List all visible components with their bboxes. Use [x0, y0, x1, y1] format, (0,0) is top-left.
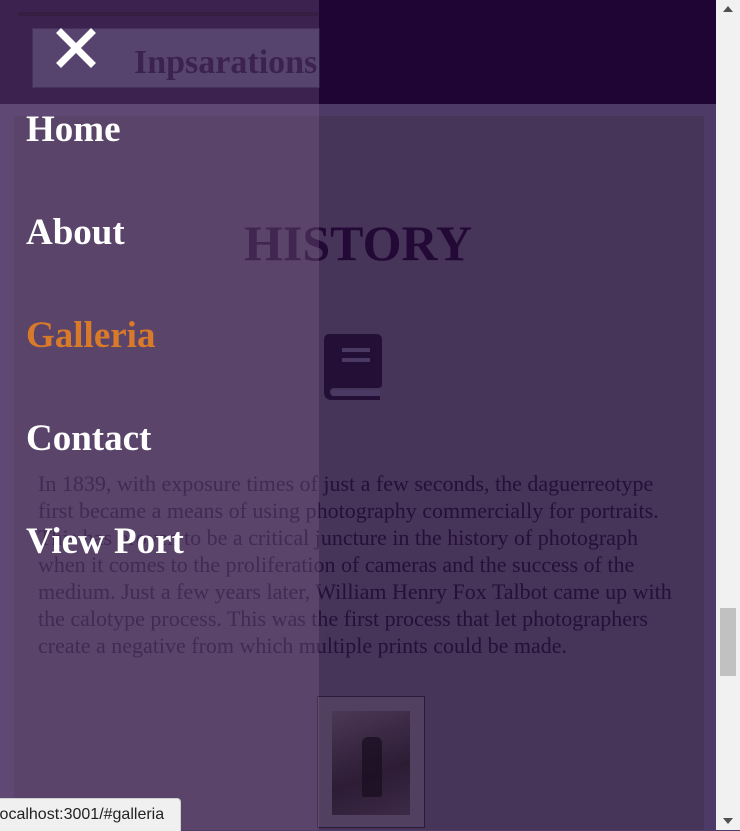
gallery-thumbnail[interactable]	[317, 696, 425, 828]
menu-item-home[interactable]: Home	[26, 108, 121, 151]
link-status-bar: localhost:3001/#galleria	[0, 798, 182, 831]
menu-item-about[interactable]: About	[26, 211, 125, 254]
scroll-down-arrow-icon[interactable]	[723, 818, 733, 824]
scroll-thumb[interactable]	[720, 608, 736, 676]
side-menu: Home About Galleria Contact View Port	[0, 0, 319, 830]
historic-photo-image	[332, 711, 410, 815]
scroll-up-arrow-icon[interactable]	[723, 6, 733, 12]
menu-item-view-port[interactable]: View Port	[26, 520, 184, 563]
close-icon[interactable]	[56, 28, 96, 68]
photo-figure	[362, 737, 382, 797]
book-icon	[324, 334, 382, 400]
status-url: localhost:3001/#galleria	[0, 806, 165, 823]
menu-item-galleria[interactable]: Galleria	[26, 314, 155, 357]
vertical-scrollbar[interactable]	[716, 0, 740, 830]
menu-item-contact[interactable]: Contact	[26, 417, 151, 460]
